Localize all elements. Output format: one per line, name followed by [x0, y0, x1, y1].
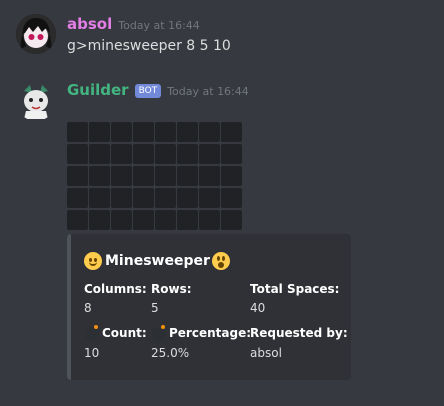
spoiler-cell[interactable]	[177, 122, 198, 142]
spoiler-cell[interactable]	[111, 144, 132, 164]
spoiler-cell[interactable]	[221, 210, 242, 230]
embed-title-text: Minesweeper	[105, 253, 210, 269]
spoiler-cell[interactable]	[89, 210, 110, 230]
avatar-absol-icon	[16, 14, 56, 54]
message-timestamp: Today at 16:44	[118, 19, 200, 32]
field-value: 8	[84, 301, 92, 315]
field-value: 25.0%	[151, 346, 190, 360]
spoiler-cell[interactable]	[133, 144, 154, 164]
spoiler-cell[interactable]	[67, 144, 88, 164]
astonished-face-icon	[211, 252, 230, 270]
author-name-absol[interactable]: absol	[67, 15, 112, 33]
minesweeper-row	[67, 144, 242, 164]
spoiler-cell[interactable]	[111, 166, 132, 186]
minesweeper-grid	[67, 122, 242, 232]
field-rows: Rows: 5	[151, 282, 192, 315]
bomb-icon	[84, 324, 101, 341]
spoiler-cell[interactable]	[177, 188, 198, 208]
spoiler-cell[interactable]	[111, 122, 132, 142]
field-bomb-count: Count: 10	[84, 324, 147, 360]
minesweeper-row	[67, 188, 242, 208]
spoiler-cell[interactable]	[155, 166, 176, 186]
minesweeper-row	[67, 122, 242, 142]
avatar-guilder[interactable]	[16, 81, 56, 121]
spoiler-cell[interactable]	[199, 188, 220, 208]
field-value: 40	[250, 301, 266, 315]
spoiler-cell[interactable]	[111, 210, 132, 230]
field-name: Percentage:	[169, 325, 252, 340]
spoiler-cell[interactable]	[155, 144, 176, 164]
message-text: g>minesweeper 8 5 10	[67, 38, 231, 54]
field-name: Requested by:	[250, 325, 348, 340]
spoiler-cell[interactable]	[155, 188, 176, 208]
avatar-guilder-icon	[16, 81, 56, 121]
field-value: 10	[84, 346, 100, 360]
spoiler-cell[interactable]	[221, 166, 242, 186]
field-value: 5	[151, 301, 159, 315]
field-name: Rows:	[151, 282, 192, 296]
spoiler-cell[interactable]	[199, 144, 220, 164]
spoiler-cell[interactable]	[177, 210, 198, 230]
field-name: Count:	[102, 325, 147, 340]
spoiler-cell[interactable]	[67, 166, 88, 186]
spoiler-cell[interactable]	[89, 166, 110, 186]
author-name-guilder[interactable]: Guilder	[67, 81, 129, 99]
spoiler-cell[interactable]	[89, 188, 110, 208]
minesweeper-row	[67, 166, 242, 186]
avatar-absol[interactable]	[16, 14, 56, 54]
message-author[interactable]: Guilder BOT Today at 16:44	[67, 81, 249, 99]
bot-tag: BOT	[134, 84, 162, 98]
embed-title: Minesweeper	[84, 252, 230, 270]
spoiler-cell[interactable]	[111, 188, 132, 208]
minesweeper-embed: Minesweeper Columns: 8 Rows: 5 Total Spa…	[67, 234, 351, 380]
field-columns: Columns: 8	[84, 282, 147, 315]
slightly-smiling-face-icon	[84, 252, 102, 270]
spoiler-cell[interactable]	[199, 210, 220, 230]
spoiler-cell[interactable]	[67, 210, 88, 230]
spoiler-cell[interactable]	[177, 166, 198, 186]
field-value: absol	[250, 346, 282, 360]
message-timestamp: Today at 16:44	[167, 85, 249, 98]
spoiler-cell[interactable]	[133, 210, 154, 230]
spoiler-cell[interactable]	[199, 166, 220, 186]
spoiler-cell[interactable]	[67, 188, 88, 208]
spoiler-cell[interactable]	[155, 122, 176, 142]
spoiler-cell[interactable]	[199, 122, 220, 142]
spoiler-cell[interactable]	[221, 122, 242, 142]
field-name: Columns:	[84, 282, 147, 296]
field-name: Total Spaces:	[250, 282, 340, 296]
minesweeper-row	[67, 210, 242, 230]
spoiler-cell[interactable]	[67, 122, 88, 142]
spoiler-cell[interactable]	[133, 166, 154, 186]
spoiler-cell[interactable]	[221, 188, 242, 208]
spoiler-cell[interactable]	[177, 144, 198, 164]
spoiler-cell[interactable]	[89, 122, 110, 142]
spoiler-cell[interactable]	[89, 144, 110, 164]
message-absol: absol Today at 16:44 g>minesweeper 8 5 10	[0, 0, 444, 70]
bomb-icon	[151, 324, 168, 341]
spoiler-cell[interactable]	[133, 188, 154, 208]
spoiler-cell[interactable]	[221, 144, 242, 164]
spoiler-cell[interactable]	[155, 210, 176, 230]
field-total-spaces: Total Spaces: 40	[250, 282, 339, 315]
spoiler-cell[interactable]	[133, 122, 154, 142]
field-bomb-percentage: Percentage: 25.0%	[151, 324, 251, 360]
field-requested-by: Requested by: absol	[250, 324, 348, 361]
message-author[interactable]: absol Today at 16:44	[67, 15, 200, 33]
